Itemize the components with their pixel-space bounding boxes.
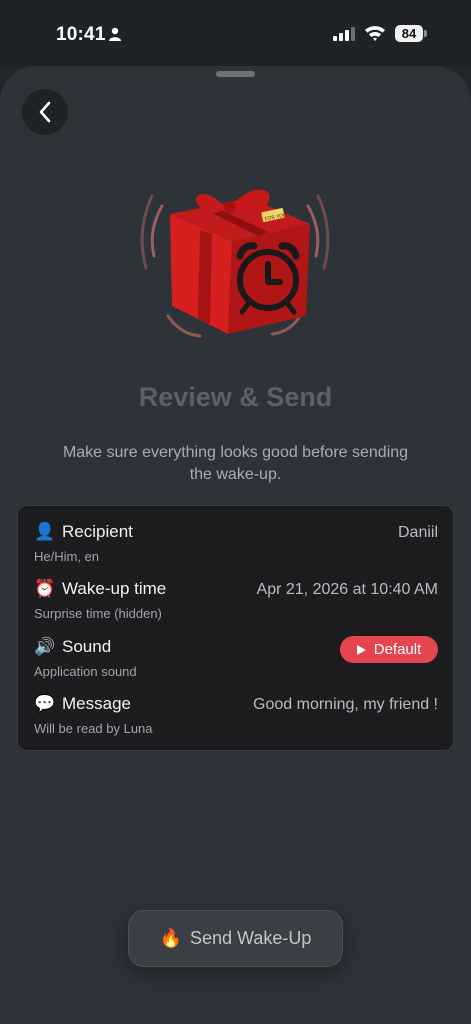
wakeup-label-group: ⏰ Wake-up time [34, 579, 166, 599]
wakeup-time-row[interactable]: ⏰ Wake-up time Surprise time (hidden) Ap… [18, 579, 455, 629]
gift-alarm-illustration: FOR YOU [140, 189, 330, 338]
sheet-grabber[interactable] [216, 71, 255, 77]
wakeup-time-sub: Surprise time (hidden) [34, 606, 162, 621]
wifi-icon [365, 26, 385, 41]
recipient-label-group: 👤 Recipient [34, 522, 133, 542]
send-button-label: Send Wake-Up [190, 928, 312, 948]
wakeup-time-label: Wake-up time [62, 579, 167, 598]
sound-row: 🔊 Sound Application sound Default [18, 636, 455, 687]
fire-icon: 🔥 [159, 928, 183, 948]
chevron-left-icon [39, 101, 51, 123]
signal-icon [333, 27, 355, 41]
page-title: Review & Send [138, 382, 333, 412]
message-sub: Will be read by Luna [34, 721, 153, 736]
person-icon: 👤 [34, 522, 56, 541]
back-button[interactable] [22, 89, 68, 135]
message-label-group: 💬 Message [34, 694, 131, 714]
battery-cap [424, 30, 427, 37]
message-label: Message [62, 694, 131, 713]
alarm-clock-icon: ⏰ [34, 579, 56, 598]
wakeup-time-value: Apr 21, 2026 at 10:40 AM [256, 581, 438, 598]
message-value: Good morning, my friend ! [253, 696, 438, 713]
play-icon [356, 644, 366, 655]
sound-button-label: Default [373, 641, 422, 658]
speech-bubble-icon: 💬 [34, 694, 56, 713]
sound-label: Sound [62, 637, 112, 656]
recipient-row[interactable]: 👤 Recipient He/Him, en Daniil [18, 522, 455, 572]
recipient-label: Recipient [62, 522, 133, 541]
send-wakeup-button[interactable]: 🔥 Send Wake-Up [128, 910, 343, 967]
battery-icon: 84 [395, 25, 423, 42]
speaker-icon: 🔊 [34, 637, 56, 656]
play-sound-button[interactable]: Default [340, 636, 438, 663]
status-time: 10:41 [56, 24, 106, 45]
summary-card: 👤 Recipient He/Him, en Daniil ⏰ Wake-up … [17, 505, 454, 751]
page-subtitle: Make sure everything looks good before s… [62, 444, 409, 483]
status-bar: 10:41 84 [0, 0, 471, 66]
sound-label-group: 🔊 Sound [34, 637, 111, 657]
recipient-sub: He/Him, en [34, 549, 100, 564]
review-sheet: FOR YOU Review & Send Make sure everythi… [0, 66, 471, 1024]
recipient-value: Daniil [397, 524, 438, 541]
person-icon [109, 27, 121, 41]
sound-sub: Application sound [34, 664, 137, 679]
message-row[interactable]: 💬 Message Will be read by Luna Good morn… [18, 694, 455, 744]
battery-level: 84 [401, 26, 417, 41]
